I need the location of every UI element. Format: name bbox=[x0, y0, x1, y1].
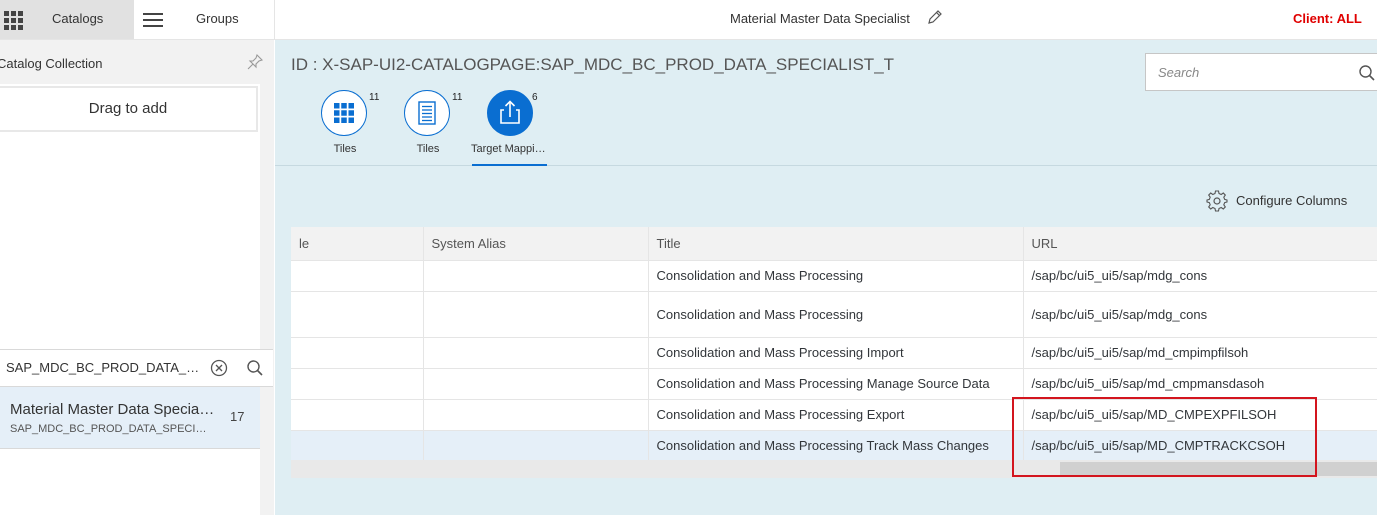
tab-tiles-grid[interactable]: 11 Tiles bbox=[305, 90, 385, 166]
tab-bar-divider bbox=[275, 165, 1377, 166]
tab-tiles-list[interactable]: 11 Tiles bbox=[388, 90, 468, 166]
selected-tab-indicator bbox=[472, 164, 547, 166]
left-panel-scrollbar[interactable] bbox=[260, 84, 274, 515]
table-cell-url: /sap/bc/ui5_ui5/sap/mdg_cons bbox=[1023, 291, 1377, 338]
edit-pencil-icon[interactable] bbox=[926, 8, 944, 26]
main-search-input[interactable]: Search bbox=[1158, 65, 1199, 80]
tab-count: 11 bbox=[369, 92, 380, 103]
shell-header: Catalogs Groups Material Master Data Spe… bbox=[0, 0, 1377, 40]
configure-columns-label: Configure Columns bbox=[1236, 193, 1348, 208]
clear-icon[interactable] bbox=[209, 358, 229, 378]
share-icon bbox=[499, 99, 520, 124]
gear-icon bbox=[1206, 190, 1228, 212]
catalog-panel-header: Catalog Collection bbox=[0, 40, 274, 84]
table-cell bbox=[291, 337, 424, 369]
tab-label: Tiles bbox=[333, 143, 357, 155]
grid-icon bbox=[333, 102, 354, 123]
search-icon[interactable] bbox=[1358, 64, 1376, 82]
catalog-item-count: 17 bbox=[230, 409, 245, 424]
catalog-page-id: ID : X-SAP-UI2-CATALOGPAGE:SAP_MDC_BC_PR… bbox=[291, 55, 895, 74]
highlight-annotation-box bbox=[1012, 397, 1317, 477]
tab-count: 11 bbox=[452, 92, 463, 103]
pin-icon[interactable] bbox=[246, 53, 264, 71]
table-cell-url: /sap/bc/ui5_ui5/sap/md_cmpimpfilsoh bbox=[1023, 337, 1377, 369]
tab-circle[interactable] bbox=[404, 90, 450, 136]
column-header-system-alias[interactable]: System Alias bbox=[423, 227, 649, 261]
column-header-url[interactable]: URL bbox=[1023, 227, 1377, 261]
hamburger-menu-icon[interactable] bbox=[143, 10, 165, 28]
tab-circle[interactable] bbox=[321, 90, 367, 136]
table-cell-title: Consolidation and Mass Processing bbox=[648, 291, 1024, 338]
tab-count: 6 bbox=[532, 92, 538, 103]
table-cell bbox=[291, 260, 424, 292]
tab-circle[interactable] bbox=[487, 90, 533, 136]
catalog-panel: Catalog Collection Drag to add SAP_MDC_B… bbox=[0, 40, 274, 515]
catalog-item-title: Material Master Data Specialist bbox=[10, 401, 216, 418]
table-row[interactable]: Consolidation and Mass Processing Manage… bbox=[291, 368, 1377, 400]
table-row[interactable]: Consolidation and Mass Processing /sap/b… bbox=[291, 260, 1377, 292]
table-row[interactable]: Consolidation and Mass Processing Import… bbox=[291, 337, 1377, 369]
tab-label: Tiles bbox=[416, 143, 440, 155]
table-row[interactable]: Consolidation and Mass Processing /sap/b… bbox=[291, 291, 1377, 338]
table-cell-system-alias bbox=[423, 260, 649, 292]
catalog-list-item[interactable]: Material Master Data Specialist SAP_MDC_… bbox=[0, 387, 260, 449]
catalog-search-field[interactable]: SAP_MDC_BC_PROD_DATA_SPECIALIST_T bbox=[0, 349, 273, 387]
table-cell-title: Consolidation and Mass Processing Export bbox=[648, 399, 1024, 431]
list-icon bbox=[417, 100, 436, 125]
table-cell bbox=[291, 368, 424, 400]
page-title: Material Master Data Specialist bbox=[730, 11, 910, 26]
table-cell-title: Consolidation and Mass Processing Track … bbox=[648, 430, 1024, 462]
table-cell bbox=[291, 430, 424, 462]
column-header[interactable]: le bbox=[291, 227, 424, 261]
table-cell-system-alias bbox=[423, 368, 649, 400]
table-cell-title: Consolidation and Mass Processing Import bbox=[648, 337, 1024, 369]
catalogs-button[interactable]: Catalogs bbox=[0, 0, 134, 39]
search-icon[interactable] bbox=[246, 359, 264, 377]
catalog-item-subtitle: SAP_MDC_BC_PROD_DATA_SPECIALIST_T bbox=[10, 423, 212, 435]
table-cell-title: Consolidation and Mass Processing bbox=[648, 260, 1024, 292]
table-cell-url: /sap/bc/ui5_ui5/sap/md_cmpmansdasoh bbox=[1023, 368, 1377, 400]
catalog-collection-title: Catalog Collection bbox=[0, 56, 103, 71]
tab-target-mappings[interactable]: 6 Target Mappings bbox=[471, 90, 551, 166]
table-cell-system-alias bbox=[423, 399, 649, 431]
catalog-drop-area: Drag to add bbox=[0, 84, 260, 515]
main-search-field[interactable]: Search bbox=[1145, 53, 1377, 91]
table-cell-system-alias bbox=[423, 430, 649, 462]
table-cell-url: /sap/bc/ui5_ui5/sap/mdg_cons bbox=[1023, 260, 1377, 292]
client-indicator: Client: ALL bbox=[1293, 11, 1362, 26]
table-cell bbox=[291, 291, 424, 338]
drag-to-add-target[interactable]: Drag to add bbox=[0, 86, 258, 132]
column-header-title[interactable]: Title bbox=[648, 227, 1024, 261]
tab-label: Target Mappings bbox=[471, 143, 547, 155]
catalogs-label: Catalogs bbox=[52, 11, 104, 26]
table-cell-title: Consolidation and Mass Processing Manage… bbox=[648, 368, 1024, 400]
configure-columns-button[interactable]: Configure Columns bbox=[1206, 190, 1348, 212]
table-cell bbox=[291, 399, 424, 431]
table-cell-system-alias bbox=[423, 291, 649, 338]
header-divider bbox=[274, 0, 275, 40]
catalog-search-input[interactable]: SAP_MDC_BC_PROD_DATA_SPECIALIST_T bbox=[6, 360, 202, 375]
groups-button[interactable]: Groups bbox=[196, 11, 239, 26]
table-cell-system-alias bbox=[423, 337, 649, 369]
table-header-row: le System Alias Title URL bbox=[291, 227, 1377, 261]
app-grid-icon bbox=[4, 11, 24, 30]
